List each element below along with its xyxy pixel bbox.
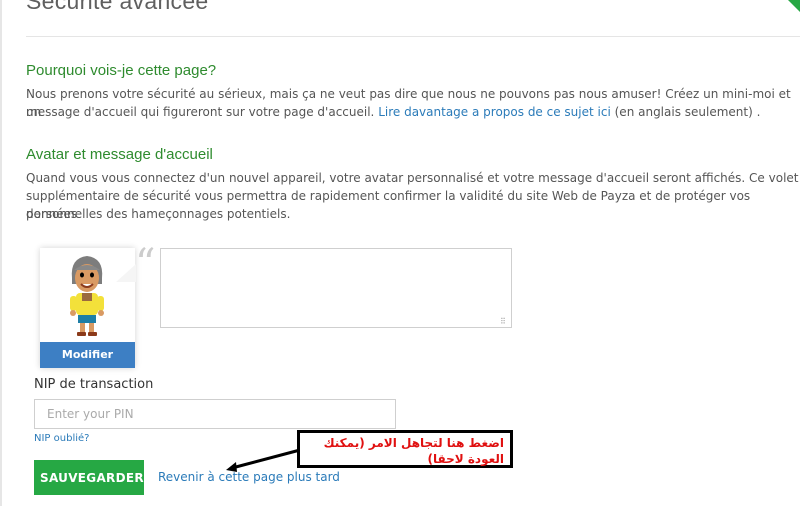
avatar-figure-icon: [70, 256, 104, 336]
page-title: Sécurité avancée: [26, 0, 209, 14]
forgot-pin-link[interactable]: NIP oublié?: [34, 433, 89, 444]
return-later-link[interactable]: Revenir à cette page plus tard: [158, 470, 340, 484]
title-divider: [26, 36, 800, 37]
pin-input[interactable]: [34, 399, 396, 429]
annotation-callout: اضغط هنا لتجاهل الامر (يمكنك العودة لاحق…: [297, 430, 513, 468]
corner-accent: [788, 0, 800, 12]
why-line-2-suffix: (en anglais seulement) .: [614, 105, 761, 119]
why-line-2-text: message d'accueil qui figureront sur vot…: [26, 105, 375, 119]
quote-icon: “: [135, 241, 156, 287]
greeting-message-field[interactable]: [160, 248, 512, 328]
why-heading: Pourquoi vois-je cette page?: [26, 62, 217, 79]
resize-grip-icon[interactable]: ⠿: [500, 318, 506, 326]
avatar-desc-line-3: personnelles des hameçonnages potentiels…: [26, 207, 291, 221]
save-button[interactable]: SAUVEGARDER: [34, 460, 144, 495]
avatar-card[interactable]: Modifier l'avatar: [40, 248, 136, 387]
read-more-link[interactable]: Lire davantage a propos de ce sujet ici: [378, 105, 611, 119]
pin-label: NIP de transaction: [34, 377, 154, 392]
why-line-2: message d'accueil qui figureront sur vot…: [26, 103, 760, 121]
avatar-desc-line-1: Quand vous vous connectez d'un nouvel ap…: [26, 171, 799, 185]
avatar-heading: Avatar et message d'accueil: [26, 146, 213, 163]
page-left-border: [0, 0, 2, 506]
edit-avatar-button[interactable]: Modifier l'avatar: [40, 342, 135, 387]
